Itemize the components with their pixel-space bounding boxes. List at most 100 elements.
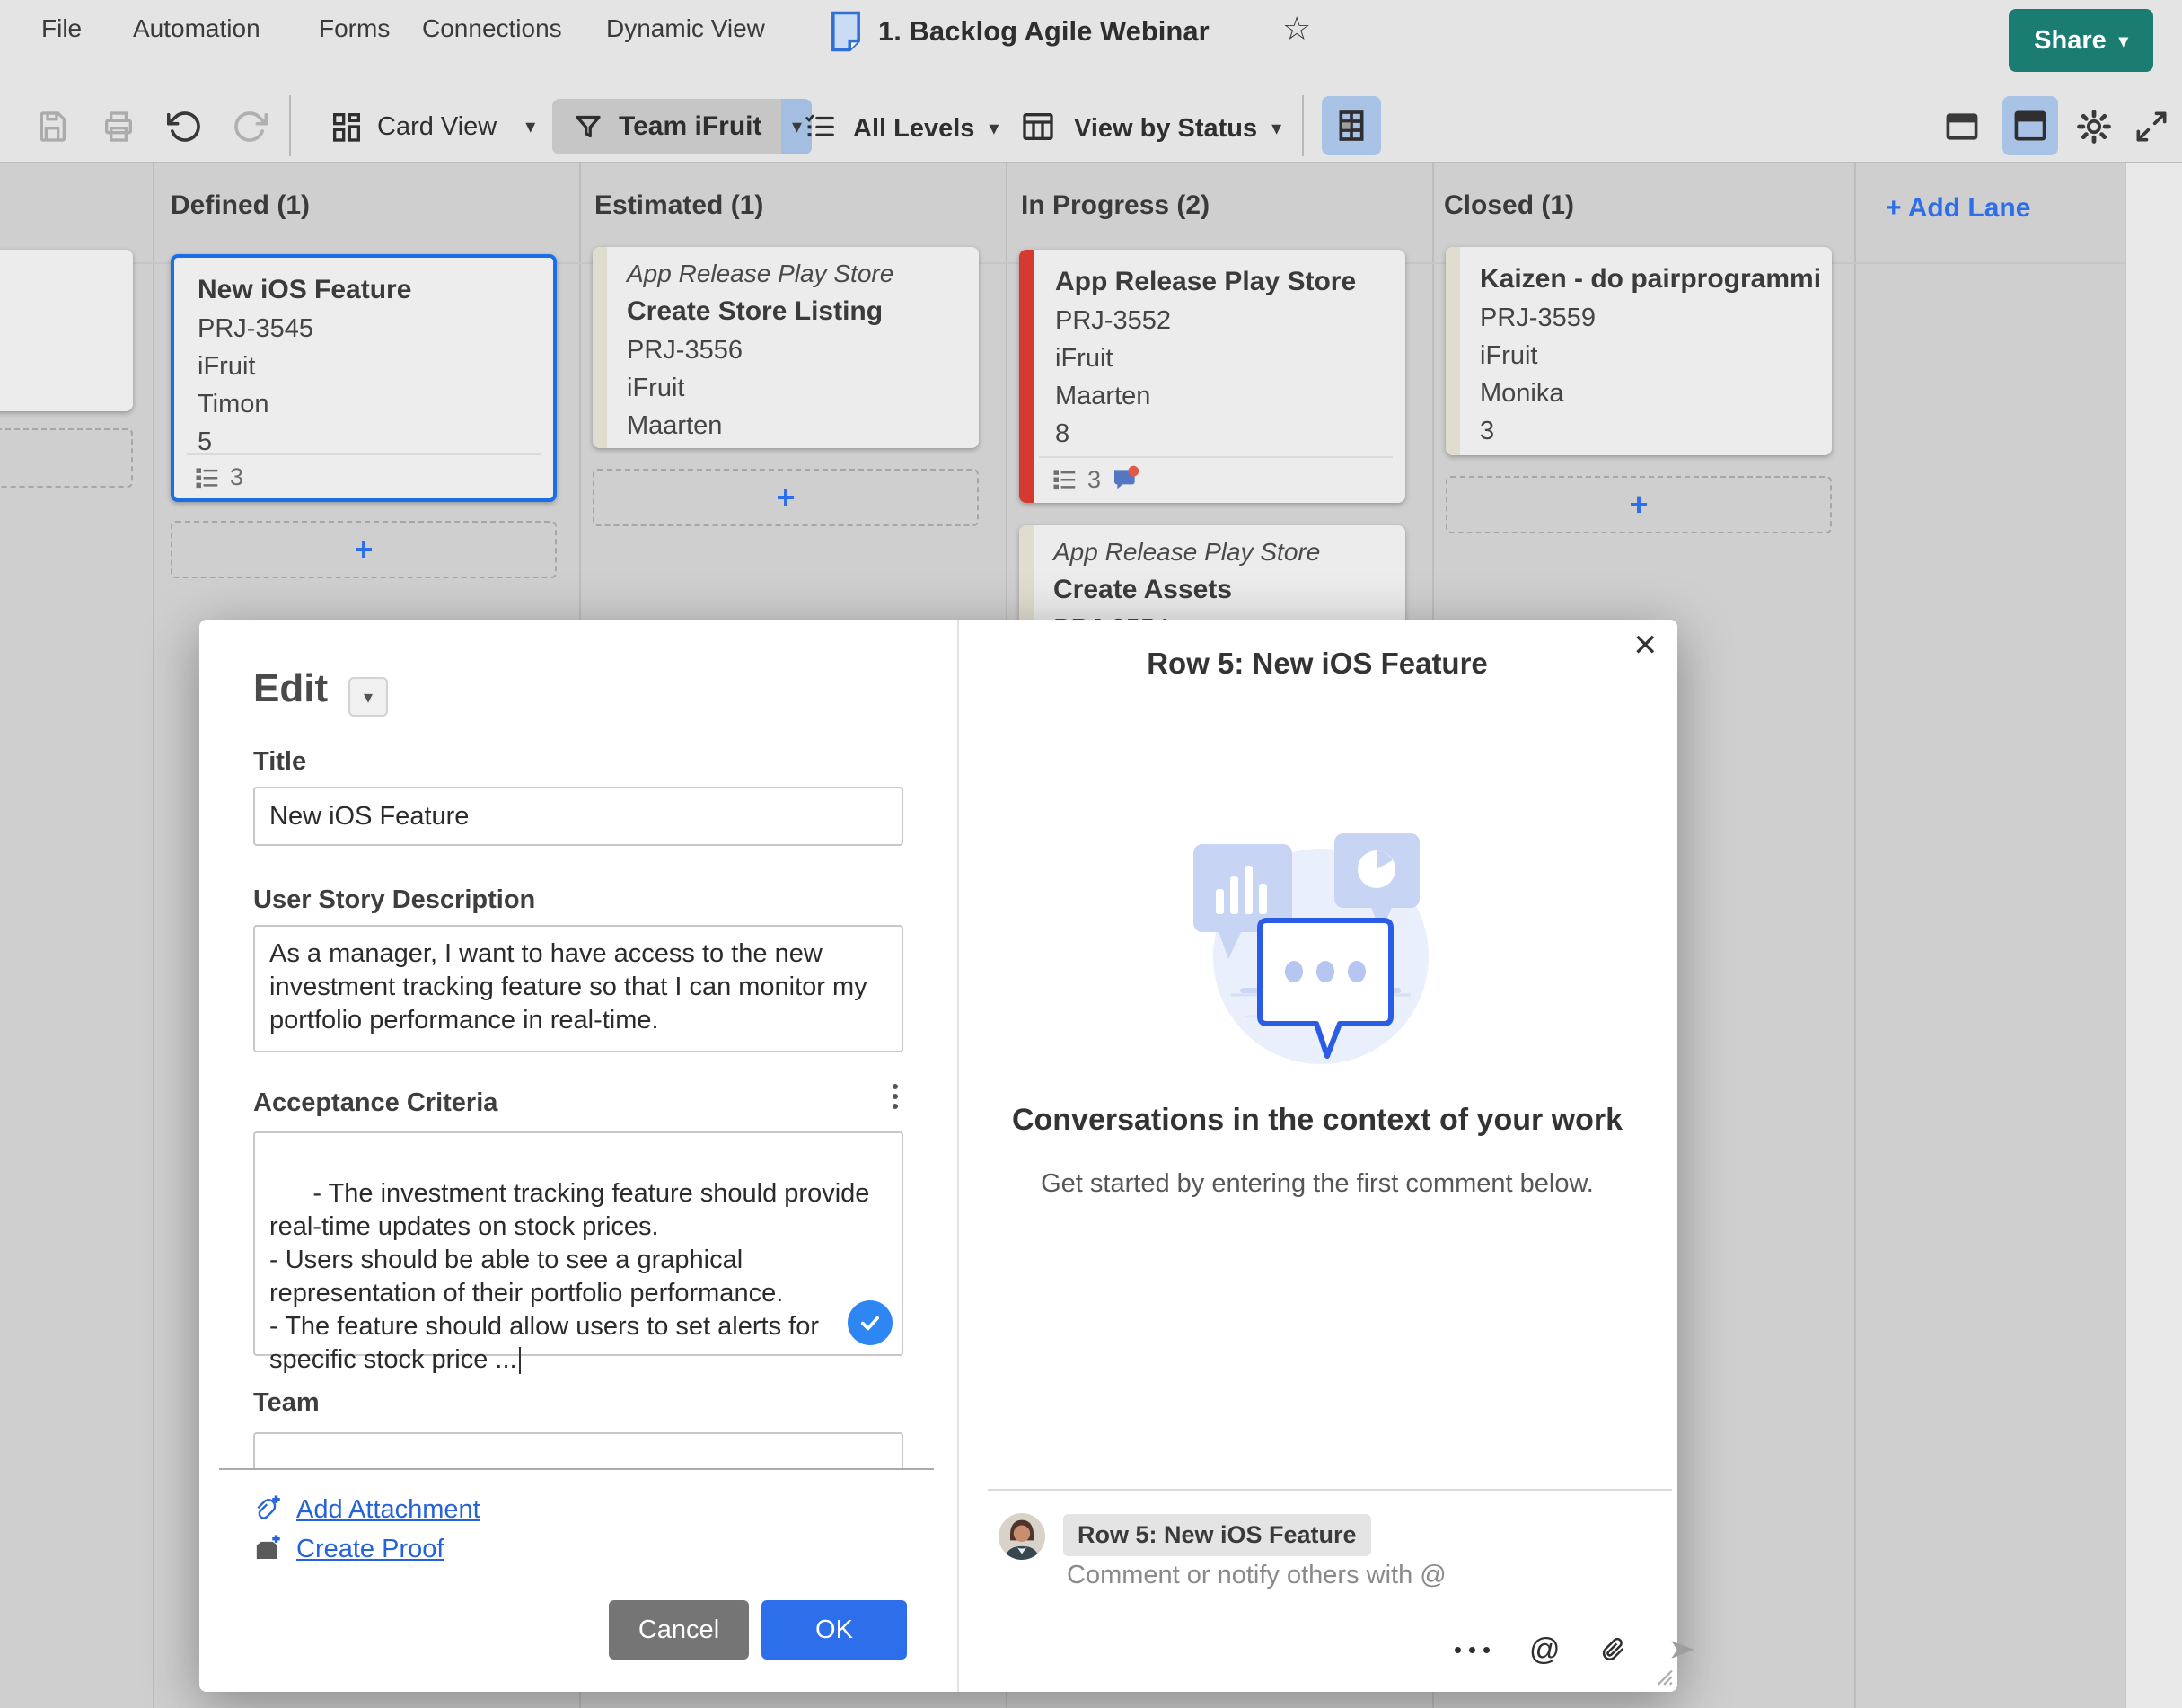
expand-icon[interactable] [2132,107,2171,146]
send-icon[interactable] [1667,1634,1699,1665]
checklist-icon [194,464,221,491]
menu-forms[interactable]: Forms [319,13,390,45]
card-color-strip [1446,247,1460,455]
view-by-dropdown[interactable]: View by Status▾ [1074,113,1281,144]
lane-title-closed: Closed (1) [1444,190,1574,221]
attach-file-icon[interactable] [1600,1634,1627,1665]
ok-button[interactable]: OK [761,1600,907,1660]
avatar [999,1513,1045,1560]
undo-icon[interactable] [167,109,203,145]
top-bar: File Automation Forms Connections Dynami… [0,0,2182,163]
card-settings-button[interactable] [1322,96,1381,155]
app-window: File Automation Forms Connections Dynami… [0,0,2182,1708]
proof-plus-icon [253,1532,284,1566]
checklist-count: 3 [1087,466,1101,494]
card-product: iFruit [1480,337,1819,374]
sheet-icon [831,11,861,52]
card-owner: Maarten [1055,377,1393,415]
redo-icon[interactable] [232,109,268,145]
description-textarea[interactable]: As a manager, I want to have access to t… [253,925,903,1052]
paperclip-plus-icon [253,1492,284,1527]
card-points: 3 [1480,412,1819,450]
card-partial[interactable] [0,250,133,411]
team-input-partial[interactable] [253,1432,903,1468]
criteria-menu-icon[interactable] [893,1079,898,1114]
toolbar-divider [1302,95,1304,156]
sheet-title: 1. Backlog Agile Webinar [878,12,1210,51]
levels-icon [803,110,837,144]
card-category: App Release Play Store [627,256,966,292]
card-category: App Release Play Store [1053,534,1393,570]
add-card-placeholder[interactable]: + [593,469,979,526]
card-title: App Release Play Store [1055,262,1393,302]
card-owner: Monika [1480,374,1819,412]
levels-dropdown[interactable]: All Levels▾ [853,113,999,144]
description-label: User Story Description [253,885,535,915]
conversation-empty-heading: Conversations in the context of your wor… [966,1103,1668,1138]
card-id: PRJ-3556 [627,331,966,369]
resize-handle[interactable] [1650,1663,1674,1686]
lane-title-defined: Defined (1) [171,190,310,221]
card-color-strip [593,247,607,448]
card-new-ios-feature[interactable]: New iOS Feature PRJ-3545 iFruit Timon 5 … [171,254,557,502]
menu-file[interactable]: File [41,13,82,45]
save-icon[interactable] [34,109,70,145]
card-view-icon [329,109,365,145]
filter-funnel-icon [572,110,604,143]
add-card-placeholder[interactable] [0,428,133,488]
card-create-store-listing[interactable]: App Release Play Store Create Store List… [593,247,979,448]
toolbar-divider [289,95,291,156]
right-rail [2125,163,2182,1708]
card-app-release-play-store[interactable]: App Release Play Store PRJ-3552 iFruit M… [1019,250,1405,503]
card-view-dropdown[interactable]: Card View ▾ [329,109,535,145]
card-title: Create Store Listing [627,292,966,331]
conversation-illustration [1191,826,1433,1069]
criteria-textarea[interactable]: - The investment tracking feature should… [253,1131,903,1356]
card-title: New iOS Feature [198,270,541,310]
add-card-placeholder[interactable]: + [1446,476,1832,533]
conversation-empty-subtext: Get started by entering the first commen… [966,1169,1668,1199]
cancel-button[interactable]: Cancel [609,1600,749,1660]
more-options-icon[interactable] [1455,1647,1490,1653]
view-by-icon [1020,109,1056,145]
comment-input[interactable]: Comment or notify others with @ [1067,1561,1623,1590]
single-panel-icon[interactable] [1942,107,1982,146]
create-proof-row[interactable]: Create Proof [253,1532,444,1566]
lane-title-estimated: Estimated (1) [594,190,763,221]
card-footer-divider [187,453,541,455]
card-kaizen[interactable]: Kaizen - do pairprogrammi... PRJ-3559 iF… [1446,247,1832,455]
title-label: Title [253,747,306,777]
comment-toolbar: @ [1455,1634,1699,1665]
add-card-placeholder[interactable]: + [171,521,557,578]
comment-indicator-icon[interactable] [1110,465,1140,494]
mention-icon[interactable]: @ [1529,1634,1561,1665]
filter-button[interactable]: Team iFruit ▾ [552,99,812,154]
card-title: Create Assets [1053,570,1393,610]
share-button[interactable]: Share▾ [2009,9,2153,72]
card-product: iFruit [627,369,966,407]
favorite-star-icon[interactable]: ☆ [1282,9,1311,48]
add-attachment-row[interactable]: Add Attachment [253,1492,480,1527]
split-panel-button[interactable] [2002,96,2058,155]
menu-connections[interactable]: Connections [422,13,562,45]
menu-automation[interactable]: Automation [133,13,260,45]
menu-dynamic-view[interactable]: Dynamic View [606,13,765,45]
print-icon[interactable] [101,109,136,145]
card-product: iFruit [1055,339,1393,377]
add-lane-button[interactable]: + Add Lane [1886,193,2030,224]
edit-mode-dropdown[interactable]: ▾ [348,677,388,717]
conversation-row-title: Row 5: New iOS Feature [957,647,1677,681]
comment-context-badge: Row 5: New iOS Feature [1063,1514,1371,1556]
card-id: PRJ-3559 [1480,299,1819,337]
dialog-divider [219,1468,934,1470]
dialog-heading: Edit [253,666,328,711]
column-divider [153,163,154,1708]
checklist-icon [1051,466,1078,493]
criteria-label: Acceptance Criteria [253,1088,497,1118]
edit-row-dialog: Edit ▾ Title User Story Description As a… [199,620,1677,1692]
card-title: Kaizen - do pairprogrammi... [1480,260,1819,299]
card-footer-divider [1039,456,1393,458]
title-input[interactable] [253,787,903,846]
ai-confirm-button[interactable] [848,1300,893,1345]
settings-gear-icon[interactable] [2074,107,2114,146]
